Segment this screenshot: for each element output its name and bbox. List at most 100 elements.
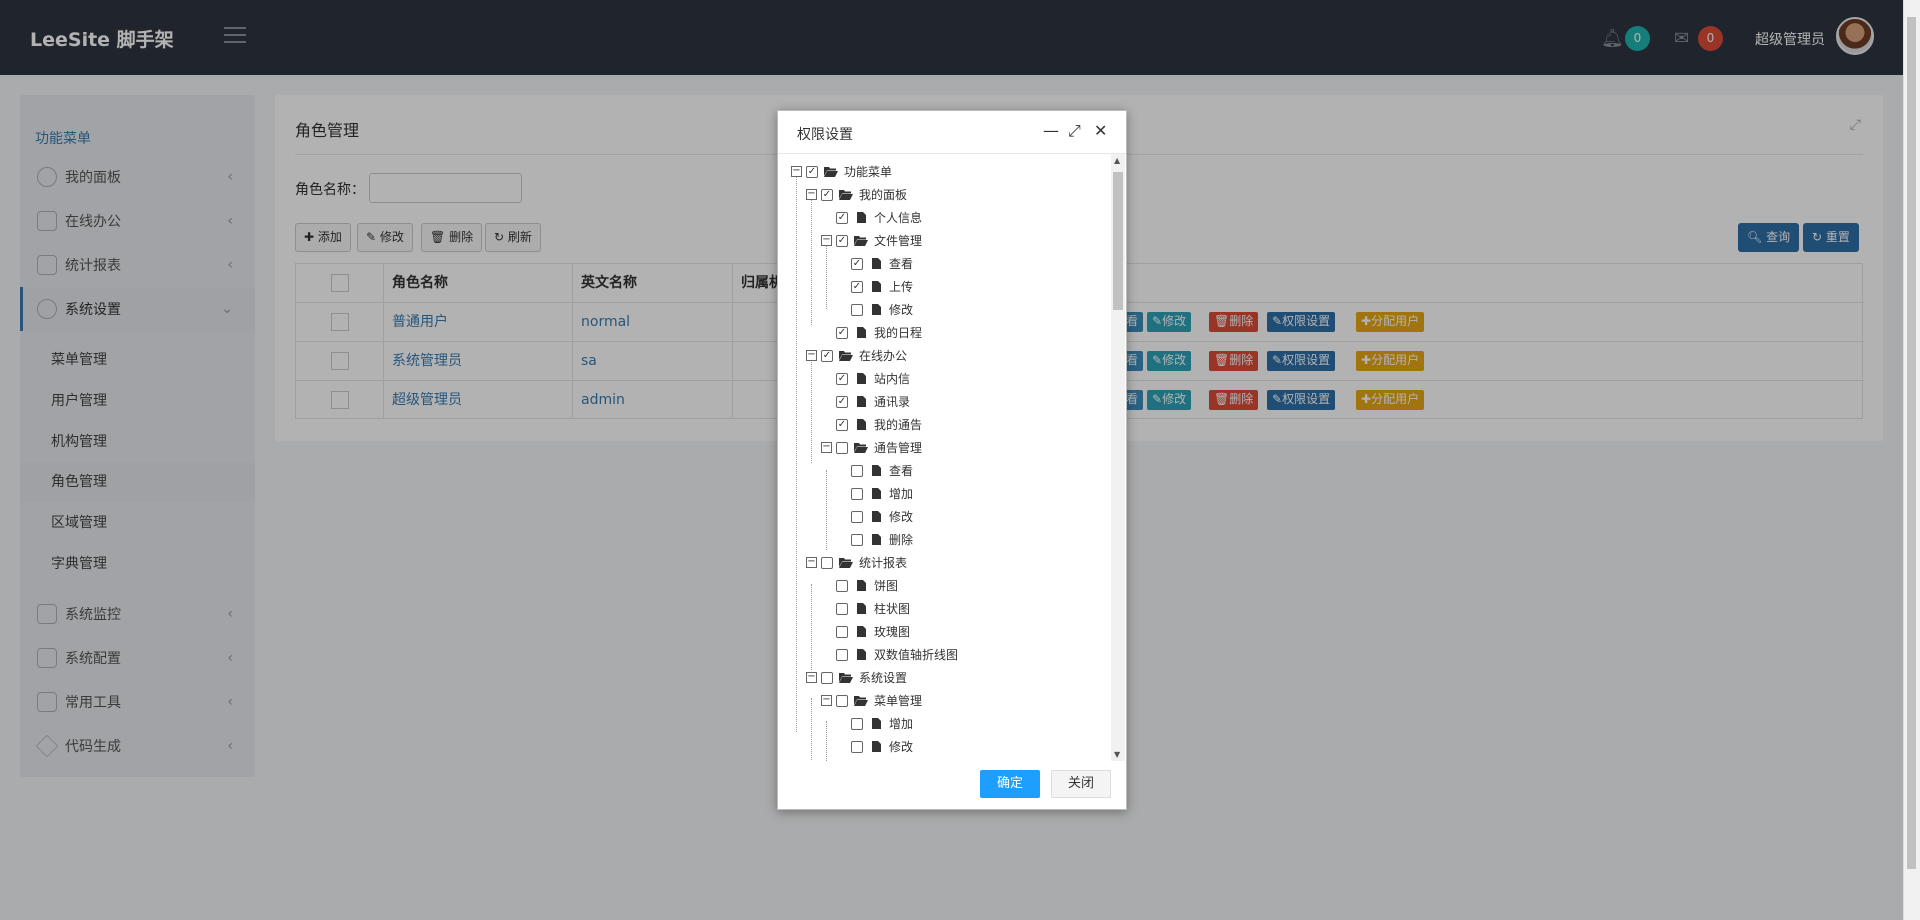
scroll-up-icon[interactable]: ▲ <box>1114 156 1120 165</box>
tree-checkbox[interactable] <box>851 303 863 316</box>
tree-checkbox[interactable] <box>836 694 848 707</box>
tree-checkbox[interactable] <box>836 441 848 454</box>
tree-node-label: 通讯录 <box>874 395 911 409</box>
collapse-toggle[interactable]: − <box>806 189 817 200</box>
close-icon[interactable]: ✕ <box>1094 121 1107 140</box>
folder-open-icon <box>854 236 868 246</box>
dialog-title: 权限设置 <box>797 127 853 143</box>
file-icon <box>872 741 881 752</box>
collapse-toggle[interactable]: − <box>821 442 832 453</box>
tree-node[interactable]: − 系统设置 <box>806 666 907 689</box>
tree-node[interactable]: − ✓ 文件管理 <box>821 229 922 252</box>
file-icon <box>857 603 866 614</box>
tree-checkbox[interactable]: ✓ <box>821 188 833 201</box>
tree-node[interactable]: 饼图 <box>836 574 898 597</box>
tree-checkbox[interactable] <box>836 625 848 638</box>
tree-checkbox[interactable]: ✓ <box>836 395 848 408</box>
tree-checkbox[interactable]: ✓ <box>836 326 848 339</box>
tree-node[interactable]: ✓ 个人信息 <box>836 206 922 229</box>
tree-node[interactable]: 删除 <box>851 528 913 551</box>
collapse-toggle[interactable]: − <box>806 672 817 683</box>
tree-node[interactable]: 修改 <box>851 735 913 758</box>
collapse-toggle[interactable]: − <box>821 695 832 706</box>
tree-checkbox[interactable]: ✓ <box>806 165 818 178</box>
tree-node-label: 修改 <box>889 510 914 524</box>
tree-node[interactable]: − 通告管理 <box>821 436 922 459</box>
close-button[interactable]: 关闭 <box>1051 770 1111 798</box>
tree-checkbox[interactable] <box>851 487 863 500</box>
tree-checkbox[interactable]: ✓ <box>821 349 833 362</box>
tree-node[interactable]: ✓ 我的日程 <box>836 321 922 344</box>
tree-checkbox[interactable]: ✓ <box>851 257 863 270</box>
tree-checkbox[interactable]: ✓ <box>836 234 848 247</box>
page-scrollbar[interactable] <box>1903 0 1920 920</box>
file-icon <box>857 373 866 384</box>
tree-node[interactable]: 增加 <box>851 482 913 505</box>
tree-node-label: 双数值轴折线图 <box>874 648 959 662</box>
minimize-icon[interactable]: — <box>1043 121 1059 140</box>
file-icon <box>857 626 866 637</box>
tree-node[interactable]: − 统计报表 <box>806 551 907 574</box>
folder-open-icon <box>854 696 868 706</box>
tree-node[interactable]: 修改 <box>851 505 913 528</box>
file-icon <box>872 488 881 499</box>
tree-checkbox[interactable] <box>836 579 848 592</box>
collapse-toggle[interactable]: − <box>806 557 817 568</box>
tree-checkbox[interactable] <box>851 510 863 523</box>
tree-node-label: 我的面板 <box>859 188 908 202</box>
maximize-icon[interactable]: ⤢ <box>1068 121 1081 141</box>
permission-dialog: 权限设置 — ⤢ ✕ − ✓ 功能菜单 − ✓ 我的面板 ✓ 个人信息 − ✓ … <box>777 110 1127 810</box>
tree-node[interactable]: − ✓ 在线办公 <box>806 344 907 367</box>
confirm-button[interactable]: 确定 <box>980 770 1040 798</box>
tree-node-label: 系统设置 <box>859 671 908 685</box>
folder-open-icon <box>839 190 853 200</box>
tree-node-label: 删除 <box>889 533 914 547</box>
file-icon <box>872 718 881 729</box>
tree-node[interactable]: ✓ 通讯录 <box>836 390 910 413</box>
tree-checkbox[interactable] <box>836 648 848 661</box>
file-icon <box>872 534 881 545</box>
tree-node[interactable]: 修改 <box>851 298 913 321</box>
tree-checkbox[interactable]: ✓ <box>836 418 848 431</box>
tree-node[interactable]: 双数值轴折线图 <box>836 643 958 666</box>
tree-checkbox[interactable] <box>851 717 863 730</box>
file-icon <box>872 465 881 476</box>
tree-checkbox[interactable] <box>851 533 863 546</box>
scroll-down-icon[interactable]: ▼ <box>1114 750 1120 759</box>
tree-checkbox[interactable]: ✓ <box>836 372 848 385</box>
file-icon <box>872 304 881 315</box>
tree-node[interactable]: − ✓ 功能菜单 <box>791 160 892 183</box>
tree-node[interactable]: 查看 <box>851 459 913 482</box>
tree-node[interactable]: 增加 <box>851 712 913 735</box>
collapse-toggle[interactable]: − <box>806 350 817 361</box>
tree-node-label: 修改 <box>889 303 914 317</box>
tree-node-label: 我的通告 <box>874 418 923 432</box>
tree-node[interactable]: ✓ 站内信 <box>836 367 910 390</box>
tree-node[interactable]: ✓ 上传 <box>851 275 913 298</box>
tree-node[interactable]: 柱状图 <box>836 597 910 620</box>
tree-node-label: 通告管理 <box>874 441 923 455</box>
file-icon <box>857 327 866 338</box>
tree-checkbox[interactable]: ✓ <box>836 211 848 224</box>
tree-node-label: 柱状图 <box>874 602 911 616</box>
collapse-toggle[interactable]: − <box>821 235 832 246</box>
tree-node[interactable]: − 菜单管理 <box>821 689 922 712</box>
tree-checkbox[interactable] <box>851 464 863 477</box>
tree-node[interactable]: 玫瑰图 <box>836 620 910 643</box>
scroll-thumb[interactable] <box>1113 172 1123 310</box>
tree-scrollbar[interactable]: ▲ ▼ <box>1111 154 1125 761</box>
tree-checkbox[interactable] <box>821 556 833 569</box>
tree-node-label: 查看 <box>889 464 914 478</box>
folder-open-icon <box>839 558 853 568</box>
collapse-toggle[interactable]: − <box>791 166 802 177</box>
file-icon <box>857 419 866 430</box>
tree-node[interactable]: ✓ 我的通告 <box>836 413 922 436</box>
tree-checkbox[interactable] <box>851 740 863 753</box>
tree-checkbox[interactable]: ✓ <box>851 280 863 293</box>
tree-checkbox[interactable] <box>821 671 833 684</box>
tree-node[interactable]: − ✓ 我的面板 <box>806 183 907 206</box>
file-icon <box>872 511 881 522</box>
tree-checkbox[interactable] <box>836 602 848 615</box>
tree-node-label: 功能菜单 <box>844 165 893 179</box>
tree-node[interactable]: ✓ 查看 <box>851 252 913 275</box>
